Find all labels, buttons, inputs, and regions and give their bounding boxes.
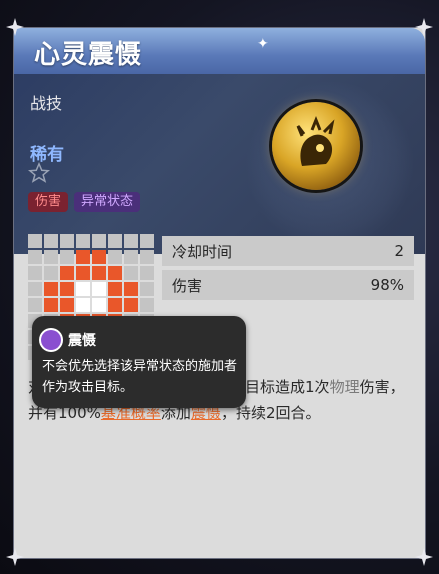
- corner-ornament-icon: [6, 548, 24, 566]
- skill-type: 战技: [30, 94, 63, 113]
- tag-damage: 伤害: [28, 192, 69, 212]
- desc-physical: 物理: [329, 378, 360, 396]
- stat-cooldown-label: 冷却时间: [172, 242, 233, 261]
- stat-damage-value: 98%: [370, 276, 404, 294]
- tag-list: 伤害 异常状态: [28, 192, 141, 212]
- corner-ornament-icon: [6, 18, 24, 36]
- tooltip-text: 不会优先选择该异常状态的施加者作为攻击目标。: [42, 359, 238, 395]
- corner-ornament-icon: [415, 548, 433, 566]
- tag-status: 异常状态: [74, 192, 141, 212]
- status-tooltip: 震慑 不会优先选择该异常状态的施加者作为攻击目标。: [32, 316, 246, 408]
- stat-cooldown: 冷却时间 2: [162, 236, 414, 266]
- stat-damage-label: 伤害: [172, 276, 203, 295]
- sparkle-icon: ✦: [257, 36, 269, 52]
- mind-shock-emblem-icon: [272, 102, 360, 190]
- tooltip-title: 震慑: [68, 333, 96, 349]
- stat-cooldown-value: 2: [394, 242, 404, 260]
- skill-title: 心灵震慑: [34, 40, 143, 70]
- skill-banner: 战技 稀有 伤害 异常状态: [14, 74, 425, 254]
- shock-status-icon: [41, 330, 61, 350]
- stats-panel: 冷却时间 2 伤害 98%: [162, 236, 414, 304]
- card-header: 心灵震慑 ✦: [14, 28, 425, 74]
- stat-damage: 伤害 98%: [162, 270, 414, 300]
- corner-ornament-icon: [415, 18, 433, 36]
- skill-card: 心灵震慑 ✦ 战技 稀有 伤害 异常状态 冷却时间 2 伤害 98% 物理伤害，…: [14, 28, 425, 558]
- star-outline-icon: [28, 162, 50, 183]
